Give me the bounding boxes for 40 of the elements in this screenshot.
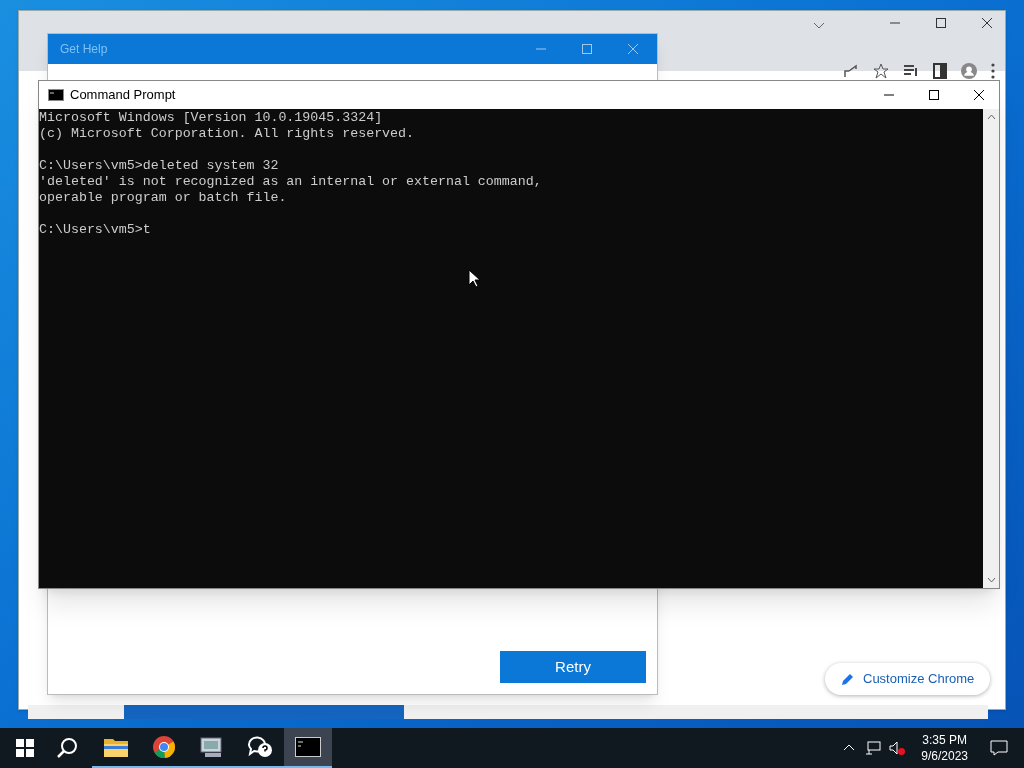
window-title: Get Help [60, 41, 109, 58]
search-icon[interactable] [56, 737, 78, 759]
sidebar-icon[interactable] [933, 63, 947, 79]
time: 3:35 PM [922, 732, 967, 748]
console-line: C:\Users\vm5>t [39, 222, 152, 238]
scrollbar[interactable] [983, 109, 999, 588]
help-icon [247, 735, 273, 759]
taskbar-app[interactable] [284, 728, 332, 768]
window-title: Command Prompt [70, 86, 177, 105]
pencil-icon [841, 672, 855, 686]
share-icon[interactable] [843, 63, 859, 79]
customize-chrome-button[interactable]: Customize Chrome [825, 663, 991, 695]
console-line: (c) Microsoft Corporation. All rights reserved. [39, 126, 416, 142]
console-icon [295, 737, 321, 757]
console-line: operable program or batch file. [39, 190, 288, 206]
close-icon[interactable] [973, 89, 985, 101]
maximize-icon[interactable] [935, 17, 947, 29]
console-icon [48, 89, 64, 101]
scroll-up-icon [986, 113, 996, 122]
console-line: 'deleted' is not recognized as an internal or external command, [39, 174, 543, 190]
maximize-icon[interactable] [928, 89, 940, 101]
console-line: Microsoft Windows [Version 10.0.19045.3324] [39, 110, 384, 126]
more-icon[interactable] [991, 63, 995, 79]
list-icon[interactable] [903, 63, 919, 79]
scroll-down-icon [986, 575, 996, 584]
speaker-muted-icon[interactable] [889, 741, 906, 755]
retry-button[interactable]: Retry [500, 651, 646, 683]
date: 9/6/2023 [921, 748, 968, 764]
console-line: C:\Users\vm5>deleted system 32 [39, 158, 280, 174]
chrome-icon [152, 735, 176, 759]
notification-icon[interactable] [990, 740, 1008, 756]
folder-icon [104, 737, 128, 757]
clock[interactable]: 3:35 PM 9/6/2023 [921, 732, 968, 764]
avatar-icon[interactable] [961, 63, 977, 79]
network-icon[interactable] [865, 741, 882, 755]
star-icon[interactable] [873, 63, 889, 79]
mouse-pointer-icon [468, 269, 480, 288]
windows-start-icon[interactable] [16, 739, 34, 757]
close-icon[interactable] [981, 17, 993, 29]
computer-icon [199, 736, 225, 758]
